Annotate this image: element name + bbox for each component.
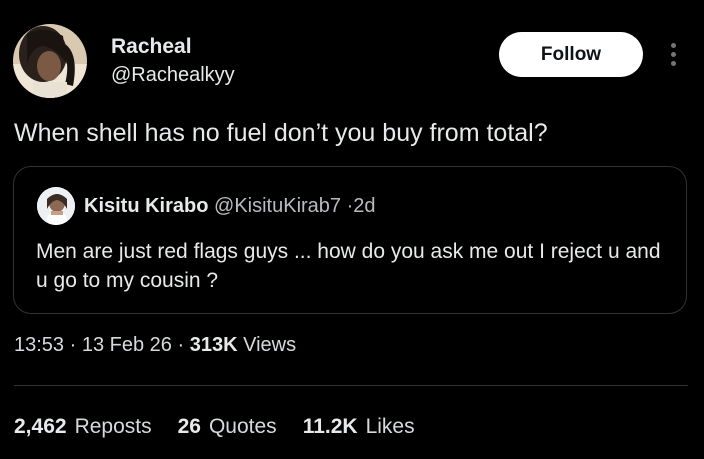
divider: [14, 385, 688, 386]
quoted-tweet-header: Kisitu Kirabo @KisituKirab7 ·2d: [84, 195, 376, 218]
tweet-meta: 13:53 · 13 Feb 26 · 313K Views: [14, 334, 296, 357]
views-label: Views: [243, 334, 297, 356]
follow-button[interactable]: Follow: [499, 32, 643, 77]
author-name[interactable]: Racheal: [111, 35, 192, 59]
meta-separator: ·: [69, 334, 77, 356]
likes-count: 11.2K: [302, 415, 358, 438]
quoted-author-avatar-image: [37, 187, 75, 225]
engagement-stats: 2,462 Reposts 26 Quotes 11.2K Likes: [14, 415, 415, 439]
quoted-author-avatar[interactable]: [37, 187, 75, 225]
more-dot: [670, 42, 676, 48]
quoted-timestamp[interactable]: 2d: [353, 195, 375, 217]
quoted-author-handle[interactable]: @KisituKirab7: [214, 195, 341, 217]
author-avatar[interactable]: [13, 24, 87, 98]
views-count: 313K: [189, 334, 238, 356]
reposts-stat[interactable]: 2,462 Reposts: [14, 415, 152, 439]
quoted-tweet-text: Men are just red flags guys ... how do y…: [36, 240, 661, 292]
quoted-tweet-card[interactable]: Kisitu Kirabo @KisituKirab7 ·2d Men are …: [13, 166, 687, 314]
likes-label: Likes: [365, 415, 415, 438]
likes-stat[interactable]: 11.2K Likes: [303, 415, 415, 439]
more-dot: [670, 51, 676, 57]
quoted-author-name[interactable]: Kisitu Kirabo: [84, 195, 208, 217]
tweet-text: When shell has no fuel don’t you buy fro…: [14, 119, 548, 147]
author-avatar-image: [13, 24, 87, 98]
reposts-count: 2,462: [14, 415, 67, 438]
tweet-time[interactable]: 13:53: [14, 334, 64, 356]
more-dot: [670, 60, 676, 66]
tweet-date[interactable]: 13 Feb 26: [82, 334, 172, 356]
quotes-count: 26: [177, 415, 201, 438]
quotes-stat[interactable]: 26 Quotes: [178, 415, 277, 439]
more-vertical-icon[interactable]: [662, 38, 684, 70]
meta-separator: ·: [177, 334, 185, 356]
author-handle[interactable]: @Rachealkyy: [111, 64, 235, 87]
reposts-label: Reposts: [74, 415, 152, 438]
quotes-label: Quotes: [208, 415, 277, 438]
